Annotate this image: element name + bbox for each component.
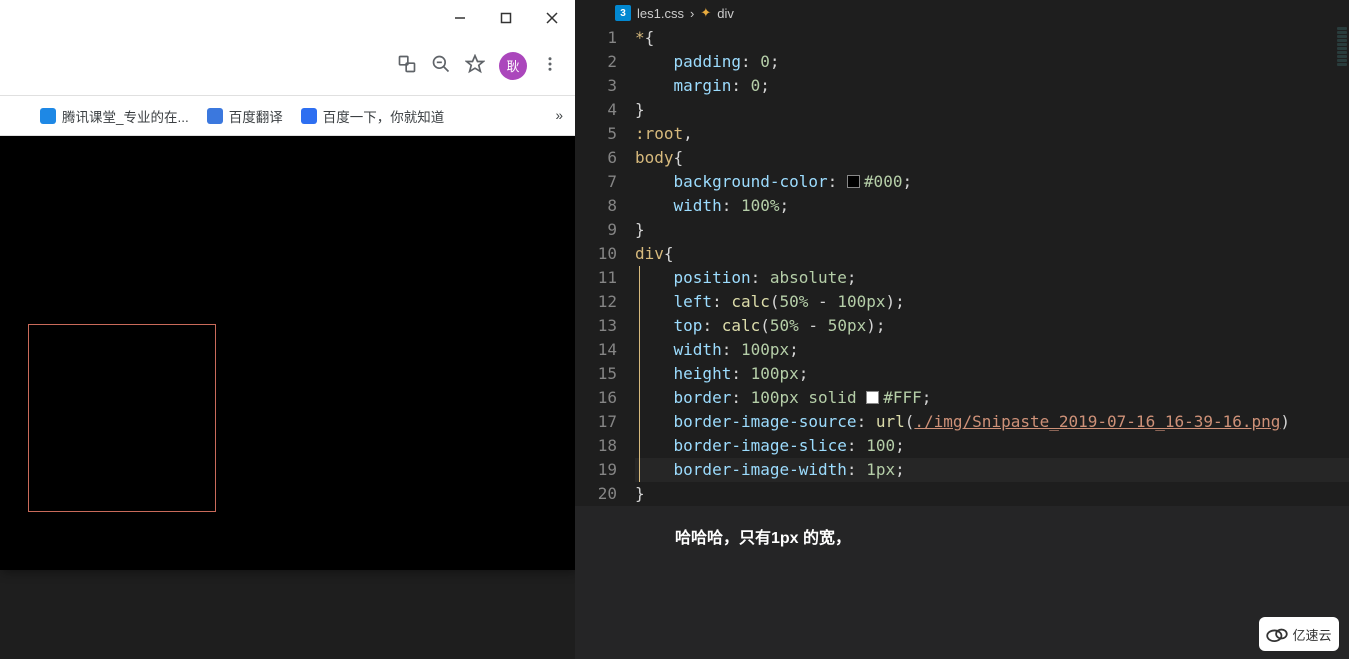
code-line[interactable]: } [635, 218, 1349, 242]
watermark: 亿速云 [1259, 617, 1339, 651]
zoom-out-icon[interactable] [431, 54, 451, 77]
code-line[interactable]: } [635, 482, 1349, 506]
menu-dots-icon[interactable] [541, 55, 559, 76]
bookmarks-overflow[interactable]: » [555, 108, 563, 123]
watermark-text: 亿速云 [1292, 625, 1331, 644]
bookmark-label: 百度翻译 [229, 106, 283, 126]
minimize-button[interactable] [437, 0, 483, 36]
color-swatch[interactable] [847, 175, 860, 188]
breadcrumb[interactable]: 3 les1.css › ✦ div [575, 0, 1349, 26]
bookmark-label: 腾讯课堂_专业的在... [62, 106, 189, 126]
bookmark-icon [301, 108, 317, 124]
bookmark-item[interactable]: 百度一下，你就知道 [301, 106, 445, 126]
code-line[interactable]: position: absolute; [635, 266, 1349, 290]
bookmarks-bar: 腾讯课堂_专业的在... 百度翻译 百度一下，你就知道 » [0, 96, 575, 136]
left-panel: 耿 腾讯课堂_专业的在... 百度翻译 百度一下，你就知道 » [0, 0, 575, 659]
translate-icon[interactable] [397, 54, 417, 77]
code-line[interactable]: border: 100px solid #FFF; [635, 386, 1349, 410]
bookmark-item[interactable]: 腾讯课堂_专业的在... [40, 106, 189, 126]
browser-toolbar: 耿 [0, 36, 575, 96]
code-line[interactable]: width: 100%; [635, 194, 1349, 218]
star-icon[interactable] [465, 54, 485, 77]
breadcrumb-file: les1.css [637, 6, 684, 21]
window-titlebar [0, 0, 575, 36]
code-area[interactable]: *{ padding: 0; margin: 0;}:root,body{ ba… [635, 26, 1349, 506]
code-line[interactable]: width: 100px; [635, 338, 1349, 362]
code-line[interactable]: :root, [635, 122, 1349, 146]
bookmark-label: 百度一下，你就知道 [323, 106, 445, 126]
code-line[interactable]: background-color: #000; [635, 170, 1349, 194]
minimap[interactable] [1335, 26, 1349, 106]
code-editor[interactable]: 1234567891011121314151617181920 *{ paddi… [575, 26, 1349, 506]
code-line[interactable]: padding: 0; [635, 50, 1349, 74]
browser-window: 耿 腾讯课堂_专业的在... 百度翻译 百度一下，你就知道 » [0, 0, 575, 570]
code-line[interactable]: top: calc(50% - 50px); [635, 314, 1349, 338]
selector-icon: ✦ [700, 5, 711, 21]
breadcrumb-selector: div [717, 6, 734, 21]
close-button[interactable] [529, 0, 575, 36]
css-file-icon: 3 [615, 5, 631, 21]
code-line[interactable]: } [635, 98, 1349, 122]
breadcrumb-separator: › [690, 6, 694, 21]
code-line[interactable]: border-image-source: url(./img/Snipaste_… [635, 410, 1349, 434]
rendered-div [28, 324, 216, 512]
editor-panel: 3 les1.css › ✦ div 123456789101112131415… [575, 0, 1349, 659]
bookmark-item[interactable]: 百度翻译 [207, 106, 283, 126]
code-line[interactable]: div{ [635, 242, 1349, 266]
code-line[interactable]: margin: 0; [635, 74, 1349, 98]
code-line[interactable]: body{ [635, 146, 1349, 170]
bookmark-icon [207, 108, 223, 124]
code-line[interactable]: *{ [635, 26, 1349, 50]
bookmark-icon [40, 108, 56, 124]
annotation-text: 哈哈哈，只有1px 的宽， [675, 524, 851, 548]
code-line[interactable]: border-image-slice: 100; [635, 434, 1349, 458]
code-line[interactable]: border-image-width: 1px; [635, 458, 1349, 482]
maximize-button[interactable] [483, 0, 529, 36]
code-line[interactable]: height: 100px; [635, 362, 1349, 386]
line-gutter: 1234567891011121314151617181920 [575, 26, 635, 506]
color-swatch[interactable] [866, 391, 879, 404]
profile-avatar[interactable]: 耿 [499, 52, 527, 80]
code-line[interactable]: left: calc(50% - 100px); [635, 290, 1349, 314]
page-content [0, 136, 575, 570]
